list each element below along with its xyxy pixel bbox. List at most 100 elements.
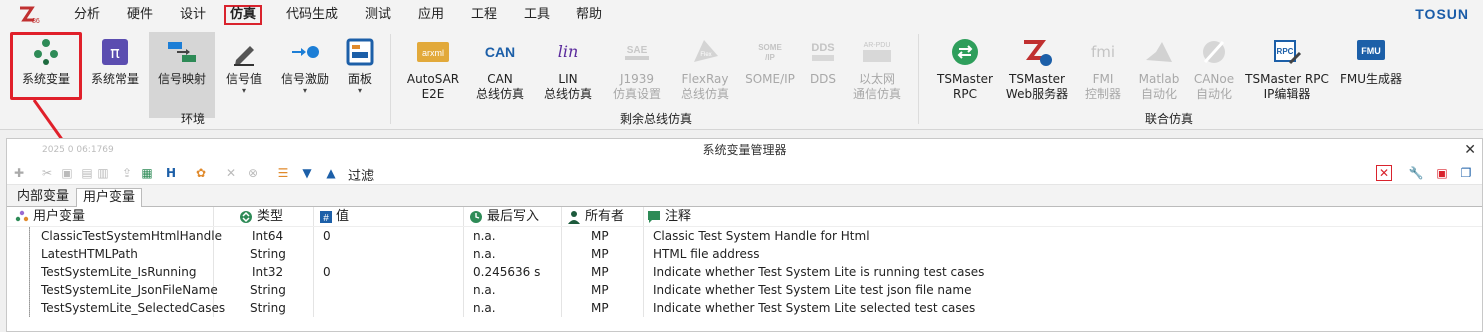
col-user-variable[interactable]: 用户变量 (15, 209, 85, 225)
svg-text:DDS: DDS (811, 42, 834, 54)
delete-icon[interactable]: ▥ (95, 165, 111, 181)
ribbon-separator (390, 34, 391, 124)
fmu-generator-button[interactable]: FMU FMU生成器 (1336, 36, 1406, 116)
close-icon[interactable]: ✕ (1464, 139, 1476, 161)
matlab-label: Matlab (1138, 72, 1180, 86)
matlab-automation-button[interactable]: Matlab 自动化 (1134, 36, 1184, 116)
svg-text:SAE: SAE (627, 45, 648, 56)
tsmaster-web-server-button[interactable]: TSMaster Web服务器 (1002, 36, 1072, 116)
someip-label: SOME/IP (745, 72, 795, 86)
autosar-sublabel: E2E (421, 87, 445, 101)
system-constants-label: 系统常量 (90, 72, 139, 86)
signal-mapping-label: 信号映射 (157, 72, 206, 86)
menu-help[interactable]: 帮助 (576, 6, 602, 26)
app-logo: 86 (20, 6, 40, 24)
menu-app[interactable]: 应用 (418, 6, 444, 26)
web-server-icon (1024, 40, 1052, 66)
fmi-label: FMI (1092, 72, 1114, 86)
fmi-controller-button[interactable]: fmi FMI 控制器 (1078, 36, 1128, 116)
table-row[interactable]: ClassicTestSystemHtmlHandle Int64 0 n.a.… (7, 227, 1482, 245)
matlab-sublabel: 自动化 (1140, 87, 1177, 101)
menu-tools[interactable]: 工具 (524, 6, 550, 26)
lin-icon: lin (558, 42, 579, 61)
tsmaster-rpc-button[interactable]: TSMaster RPC (932, 36, 998, 116)
col-owner[interactable]: 所有者 (567, 209, 624, 225)
canoe-label: CANoe (1193, 72, 1235, 86)
rpc-ip-editor-button[interactable]: RPC TSMaster RPC IP编辑器 (1244, 36, 1330, 116)
flexray-icon: Flex (694, 40, 718, 62)
someip-icon: SOME/IP (758, 43, 782, 62)
copy-icon[interactable]: ▣ (59, 165, 75, 181)
ethernet-sublabel: 通信仿真 (852, 87, 901, 101)
table-row[interactable]: TestSystemLite_IsRunning Int32 0 0.24563… (7, 263, 1482, 281)
signal-value-button[interactable]: 信号值 ▾ (220, 36, 268, 116)
autosar-label: AutoSAR (406, 72, 460, 86)
can-label: CAN (487, 72, 513, 86)
variable-table-body: ClassicTestSystemHtmlHandle Int64 0 n.a.… (7, 227, 1482, 317)
add-icon[interactable]: ✚ (11, 165, 27, 181)
tab-user-variables[interactable]: 用户变量 (76, 188, 143, 208)
filter-label[interactable]: 过滤 (348, 165, 374, 184)
signal-stimulus-label: 信号激励 (280, 72, 329, 86)
can-simulation-button[interactable]: CAN CAN 总线仿真 (469, 36, 531, 116)
paste-icon[interactable]: ▤ (79, 165, 95, 181)
rpc-ip-editor-sublabel: IP编辑器 (1263, 87, 1311, 101)
lin-simulation-button[interactable]: lin LIN 总线仿真 (537, 36, 599, 116)
cut-icon[interactable]: ✂ (39, 165, 55, 181)
flexray-label: FlexRay (681, 72, 729, 86)
clock-icon (470, 211, 482, 223)
group-label-bus-simulation: 剩余总线仿真 (620, 112, 693, 126)
tab-internal-variables[interactable]: 内部变量 (11, 188, 75, 207)
rpc-editor-icon: RPC (1274, 40, 1302, 65)
col-comment[interactable]: 注释 (647, 209, 691, 225)
canoe-automation-button[interactable]: CANoe 自动化 (1188, 36, 1240, 116)
delete-window-icon[interactable]: ▣ (1434, 165, 1450, 181)
wrench-icon[interactable]: 🔧 (1408, 165, 1424, 181)
signal-stimulus-button[interactable]: 信号激励 ▾ (274, 36, 336, 116)
menu-test[interactable]: 测试 (365, 6, 391, 26)
settings-icon[interactable]: ✿ (193, 165, 209, 181)
menu-bar: 86 分析 硬件 设计 仿真 代码生成 测试 应用 工程 工具 帮助 TOSUN (0, 0, 1483, 30)
lin-sublabel: 总线仿真 (543, 87, 592, 101)
expand-icon[interactable]: ▲ (323, 165, 339, 181)
menu-simulation[interactable]: 仿真 (224, 5, 263, 25)
cancel-icon[interactable]: ⊗ (245, 165, 261, 181)
comment-icon (648, 211, 660, 223)
highlight-box (10, 32, 82, 100)
table-row[interactable]: TestSystemLite_JsonFileName String n.a. … (7, 281, 1482, 299)
someip-button[interactable]: SOME/IP SOME/IP (742, 36, 798, 116)
table-row[interactable]: LatestHTMLPath String n.a. MP HTML file … (7, 245, 1482, 263)
panel-button[interactable]: 面板 ▾ (342, 36, 378, 116)
save-icon[interactable]: ▦ (139, 165, 155, 181)
col-type[interactable]: 类型 (239, 209, 283, 225)
flexray-button[interactable]: Flex FlexRay 总线仿真 (674, 36, 736, 116)
table-row[interactable]: TestSystemLite_SelectedCases String n.a.… (7, 299, 1482, 317)
collapse-icon[interactable]: ▼ (299, 165, 315, 181)
menu-design[interactable]: 设计 (180, 6, 206, 26)
tree-icon[interactable]: ☰ (275, 165, 291, 181)
ethernet-icon: AR-PDU (863, 42, 891, 62)
signal-mapping-button[interactable]: 信号映射 (149, 32, 215, 118)
j1939-label: J1939 (619, 72, 655, 86)
export-icon[interactable]: ⇪ (119, 165, 135, 181)
web-server-label: TSMaster (1009, 72, 1065, 86)
window-icon[interactable]: ❐ (1458, 165, 1474, 181)
col-value[interactable]: # 值 (320, 209, 349, 225)
canoe-icon (1203, 40, 1225, 64)
svg-text:#: # (323, 213, 329, 223)
clear-icon[interactable]: ✕ (223, 165, 239, 181)
clear-filter-icon[interactable]: ✕ (1376, 165, 1392, 181)
menu-codegen[interactable]: 代码生成 (286, 6, 338, 26)
menu-hardware[interactable]: 硬件 (127, 6, 153, 26)
col-last-write[interactable]: 最后写入 (469, 209, 539, 225)
svg-text:FMU: FMU (1361, 46, 1381, 56)
j1939-button[interactable]: SAE J1939 仿真设置 (606, 36, 668, 116)
panel-label: 面板 (347, 72, 372, 86)
h-icon[interactable]: H (163, 165, 179, 181)
ethernet-button[interactable]: AR-PDU 以太网 通信仿真 (848, 36, 906, 116)
menu-project[interactable]: 工程 (471, 6, 497, 26)
group-label-environment: 环境 (181, 112, 206, 126)
menu-analysis[interactable]: 分析 (74, 6, 100, 26)
dds-button[interactable]: DDS DDS (803, 36, 843, 116)
autosar-e2e-button[interactable]: arxml AutoSAR E2E (402, 36, 464, 116)
